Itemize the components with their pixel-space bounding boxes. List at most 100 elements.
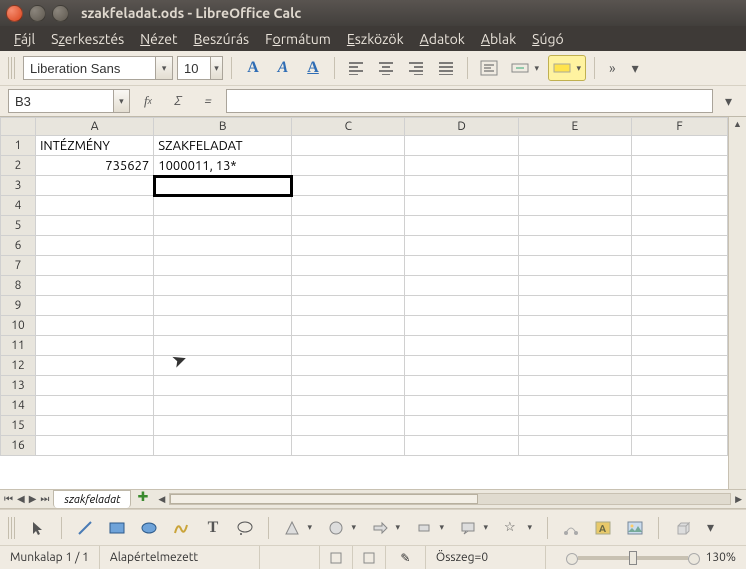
cell-A5[interactable] (36, 216, 154, 236)
points-tool-button[interactable] (558, 515, 584, 541)
cell-E4[interactable] (518, 196, 631, 216)
menu-view[interactable]: Nézet (134, 29, 183, 49)
cell-D4[interactable] (405, 196, 518, 216)
scroll-right-icon[interactable]: ▶ (735, 492, 742, 507)
sheet-tab[interactable]: szakfeladat (53, 490, 131, 508)
cell-C15[interactable] (292, 416, 405, 436)
status-language[interactable] (260, 546, 320, 569)
chevron-down-icon[interactable]: ▾ (210, 56, 223, 80)
toolbar-grip-icon[interactable] (8, 57, 15, 79)
scrollbar-track[interactable] (169, 493, 731, 505)
name-box[interactable]: ▾ (8, 89, 130, 113)
tab-last-icon[interactable]: ⏭ (40, 493, 49, 505)
cell-F5[interactable] (631, 216, 727, 236)
toolbar-overflow-button[interactable]: » (603, 60, 622, 76)
scrollbar-thumb[interactable] (170, 494, 478, 504)
cell-B8[interactable] (154, 276, 292, 296)
cell-C7[interactable] (292, 256, 405, 276)
cell-B1[interactable]: SZAKFELADAT (154, 136, 292, 156)
cell-A2[interactable]: 735627 (36, 156, 154, 176)
flowchart-shapes-button[interactable] (411, 515, 449, 541)
menu-format[interactable]: Formátum (259, 29, 337, 49)
row-header-2[interactable]: 2 (1, 156, 36, 176)
window-close-button[interactable] (6, 5, 23, 22)
cell-F3[interactable] (631, 176, 727, 196)
symbol-shapes-button[interactable] (323, 515, 361, 541)
rectangle-tool-button[interactable] (104, 515, 130, 541)
window-minimize-button[interactable] (29, 5, 46, 22)
tab-first-icon[interactable]: ⏮ (4, 493, 13, 505)
column-header-E[interactable]: E (518, 118, 631, 136)
sheet-grid[interactable]: ABCDEF1INTÉZMÉNYSZAKFELADAT2735627100001… (0, 117, 728, 489)
cell-E5[interactable] (518, 216, 631, 236)
formula-input[interactable] (226, 89, 713, 113)
menu-tools[interactable]: Eszközök (341, 29, 410, 49)
cell-F12[interactable] (631, 356, 727, 376)
scroll-left-icon[interactable]: ◀ (158, 492, 165, 507)
callout-shapes-button[interactable] (455, 515, 493, 541)
cell-B10[interactable] (154, 316, 292, 336)
row-header-10[interactable]: 10 (1, 316, 36, 336)
cell-C5[interactable] (292, 216, 405, 236)
cell-E3[interactable] (518, 176, 631, 196)
align-right-button[interactable] (403, 55, 429, 81)
cell-B2[interactable]: 1000011, 13* (154, 156, 292, 176)
column-header-F[interactable]: F (631, 118, 727, 136)
row-header-1[interactable]: 1 (1, 136, 36, 156)
column-header-D[interactable]: D (405, 118, 518, 136)
fontwork-button[interactable]: A (590, 515, 616, 541)
extrusion-button[interactable] (669, 515, 695, 541)
cell-E9[interactable] (518, 296, 631, 316)
status-page-style[interactable]: Alapértelmezett (100, 546, 260, 569)
underline-button[interactable]: A (300, 55, 326, 81)
cell-C16[interactable] (292, 436, 405, 456)
cell-E6[interactable] (518, 236, 631, 256)
cell-F11[interactable] (631, 336, 727, 356)
chevron-down-icon[interactable]: ▾ (113, 89, 130, 113)
cell-C10[interactable] (292, 316, 405, 336)
wrap-text-button[interactable] (476, 55, 502, 81)
row-header-4[interactable]: 4 (1, 196, 36, 216)
toolbar-menu-icon[interactable]: ▾ (626, 60, 645, 77)
cell-B4[interactable] (154, 196, 292, 216)
cell-C8[interactable] (292, 276, 405, 296)
cell-B3[interactable] (154, 176, 292, 196)
select-all-corner[interactable] (1, 118, 36, 136)
vertical-scrollbar[interactable]: ▲ (728, 117, 746, 489)
font-name-input[interactable] (23, 56, 155, 80)
cell-D11[interactable] (405, 336, 518, 356)
cell-B12[interactable] (154, 356, 292, 376)
toolbar-menu-icon[interactable]: ▾ (701, 519, 720, 536)
cell-D15[interactable] (405, 416, 518, 436)
cell-F10[interactable] (631, 316, 727, 336)
cell-F16[interactable] (631, 436, 727, 456)
cell-F2[interactable] (631, 156, 727, 176)
cell-E13[interactable] (518, 376, 631, 396)
cell-A8[interactable] (36, 276, 154, 296)
cell-E8[interactable] (518, 276, 631, 296)
cell-E1[interactable] (518, 136, 631, 156)
scroll-up-icon[interactable]: ▲ (729, 117, 746, 131)
font-size-combo[interactable]: ▾ (177, 56, 223, 80)
cell-F4[interactable] (631, 196, 727, 216)
cell-A1[interactable]: INTÉZMÉNY (36, 136, 154, 156)
cell-D16[interactable] (405, 436, 518, 456)
ellipse-tool-button[interactable] (136, 515, 162, 541)
align-center-button[interactable] (373, 55, 399, 81)
cell-D5[interactable] (405, 216, 518, 236)
cell-C13[interactable] (292, 376, 405, 396)
row-header-12[interactable]: 12 (1, 356, 36, 376)
cell-C9[interactable] (292, 296, 405, 316)
row-header-14[interactable]: 14 (1, 396, 36, 416)
cell-A7[interactable] (36, 256, 154, 276)
cell-background-button[interactable] (548, 55, 586, 81)
cell-A14[interactable] (36, 396, 154, 416)
column-header-B[interactable]: B (154, 118, 292, 136)
cell-D3[interactable] (405, 176, 518, 196)
font-size-input[interactable] (177, 56, 210, 80)
cell-B14[interactable] (154, 396, 292, 416)
status-insert-mode[interactable] (320, 546, 353, 569)
cell-D9[interactable] (405, 296, 518, 316)
cell-B15[interactable] (154, 416, 292, 436)
align-justify-button[interactable] (433, 55, 459, 81)
